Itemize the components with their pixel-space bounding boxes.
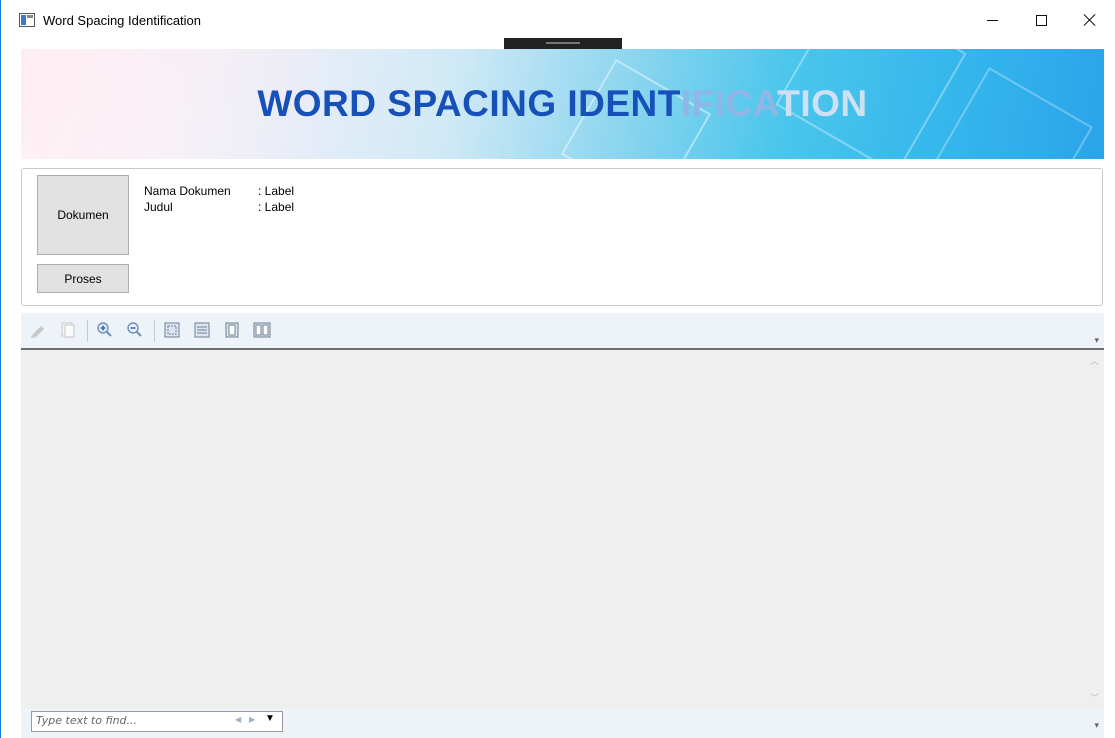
find-previous-icon[interactable]: ◀ [235,715,241,724]
actual-size-icon[interactable] [163,321,181,339]
header-banner: WORD SPACING IDENTIFICATION [21,49,1104,159]
scroll-down-icon[interactable]: ﹀ [1090,691,1099,704]
find-next-icon[interactable]: ▶ [249,715,255,724]
banner-title: WORD SPACING IDENTIFICATION [257,83,868,124]
page-width-icon[interactable] [193,321,211,339]
two-pages-icon[interactable] [253,321,271,339]
zoom-in-icon[interactable] [96,321,114,339]
nama-dokumen-label: Nama Dokumen [144,184,231,198]
app-icon [19,13,35,27]
judul-value: : Label [258,200,295,214]
close-button[interactable] [1067,0,1113,40]
copy-icon[interactable] [59,321,77,339]
window-title: Word Spacing Identification [43,13,202,28]
find-bar: Type text to find... ◀ ▶ ▼ ▾ [21,708,1104,738]
dokumen-button[interactable]: Dokumen [37,175,129,255]
viewer-toolbar: ▾ [21,313,1104,350]
proses-button[interactable]: Proses [37,264,129,293]
findbar-overflow-icon[interactable]: ▾ [1094,720,1099,731]
minimize-button[interactable] [969,0,1015,40]
judul-label: Judul [144,200,173,214]
print-icon[interactable] [29,321,47,339]
app-window: Word Spacing Identification WORD SPACING… [0,0,1115,738]
title-bar[interactable]: Word Spacing Identification [1,0,1115,42]
whole-page-icon[interactable] [223,321,241,339]
close-icon [1083,13,1097,27]
find-input[interactable]: Type text to find... [31,711,283,732]
maximize-icon [1035,14,1047,26]
drag-handle[interactable] [504,38,622,49]
maximize-button[interactable] [1018,0,1064,40]
toolbar-overflow-icon[interactable]: ▾ [1094,335,1099,346]
find-options-dropdown-icon[interactable]: ▼ [265,713,275,724]
document-viewer[interactable]: ︿ ﹀ [21,350,1104,708]
scroll-up-icon[interactable]: ︿ [1090,354,1099,367]
nama-dokumen-value: : Label [258,184,295,198]
document-panel: Dokumen Proses Nama Dokumen : Label Judu… [21,168,1103,306]
zoom-out-icon[interactable] [126,321,144,339]
minimize-icon [986,19,998,21]
